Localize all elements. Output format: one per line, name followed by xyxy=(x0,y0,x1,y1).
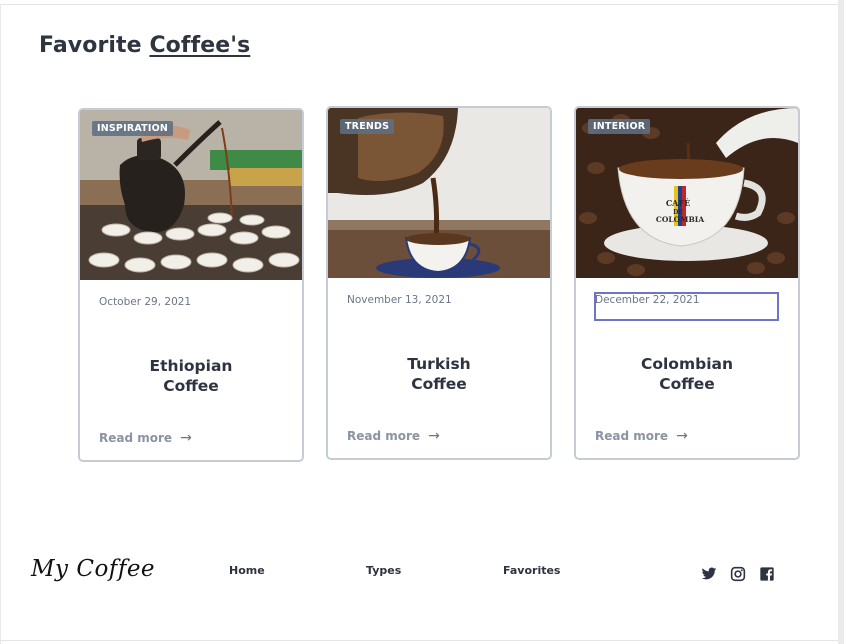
page-title-prefix: Favorite xyxy=(39,33,150,58)
read-more-link[interactable]: Read more → xyxy=(99,430,192,446)
ethiopian-coffee-photo: INSPIRATION xyxy=(80,110,302,280)
post-date: October 29, 2021 xyxy=(99,296,192,308)
card-title-line2: Coffee xyxy=(659,375,715,393)
card-title-line1: Colombian xyxy=(640,355,734,373)
coffee-card-colombian[interactable]: CAFÉ DE COLOMBIA INTERIOR December 22, 2… xyxy=(574,106,800,460)
read-more-label: Read more xyxy=(347,429,421,443)
card-title-line1: Ethiopian xyxy=(149,357,233,375)
arrow-right-icon: → xyxy=(676,428,688,444)
turkish-coffee-photo: TRENDS xyxy=(328,108,550,278)
card-title-line1: Turkish xyxy=(407,355,471,373)
colombian-coffee-photo: CAFÉ DE COLOMBIA INTERIOR xyxy=(576,108,798,278)
twitter-icon[interactable] xyxy=(701,566,717,582)
card-title-line2: Coffee xyxy=(163,377,219,395)
read-more-label: Read more xyxy=(99,431,173,445)
focus-highlight xyxy=(594,292,779,321)
post-date: November 13, 2021 xyxy=(347,294,452,306)
page-title: Favorite Coffee's xyxy=(39,33,250,58)
arrow-right-icon: → xyxy=(428,428,440,444)
coffee-card-ethiopian[interactable]: INSPIRATION October 29, 2021 Ethiopian C… xyxy=(78,108,304,462)
footer-nav-home[interactable]: Home xyxy=(229,564,265,577)
card-title[interactable]: Ethiopian Coffee xyxy=(80,356,302,396)
footer-nav-favorites[interactable]: Favorites xyxy=(503,564,560,577)
read-more-link[interactable]: Read more → xyxy=(595,428,688,444)
arrow-right-icon: → xyxy=(180,430,192,446)
card-title[interactable]: Colombian Coffee xyxy=(576,354,798,394)
facebook-icon[interactable] xyxy=(759,566,775,582)
category-tag[interactable]: TRENDS xyxy=(340,119,395,134)
cup-text-line1: CAFÉ xyxy=(666,198,690,208)
read-more-label: Read more xyxy=(595,429,669,443)
coffee-card-turkish[interactable]: TRENDS November 13, 2021 Turkish Coffee … xyxy=(326,106,552,460)
card-title[interactable]: Turkish Coffee xyxy=(328,354,550,394)
read-more-link[interactable]: Read more → xyxy=(347,428,440,444)
scrollbar-track[interactable] xyxy=(838,0,844,644)
instagram-icon[interactable] xyxy=(730,566,746,582)
category-tag[interactable]: INTERIOR xyxy=(588,119,651,134)
cup-text-line3: COLOMBIA xyxy=(656,215,704,224)
brand-logo[interactable]: My Coffee xyxy=(31,556,155,582)
top-border xyxy=(0,4,838,5)
footer-nav-types[interactable]: Types xyxy=(366,564,401,577)
left-border xyxy=(0,4,1,644)
page-title-highlight: Coffee's xyxy=(149,33,251,58)
bottom-border xyxy=(0,640,838,641)
category-tag[interactable]: INSPIRATION xyxy=(92,121,173,136)
card-title-line2: Coffee xyxy=(411,375,467,393)
